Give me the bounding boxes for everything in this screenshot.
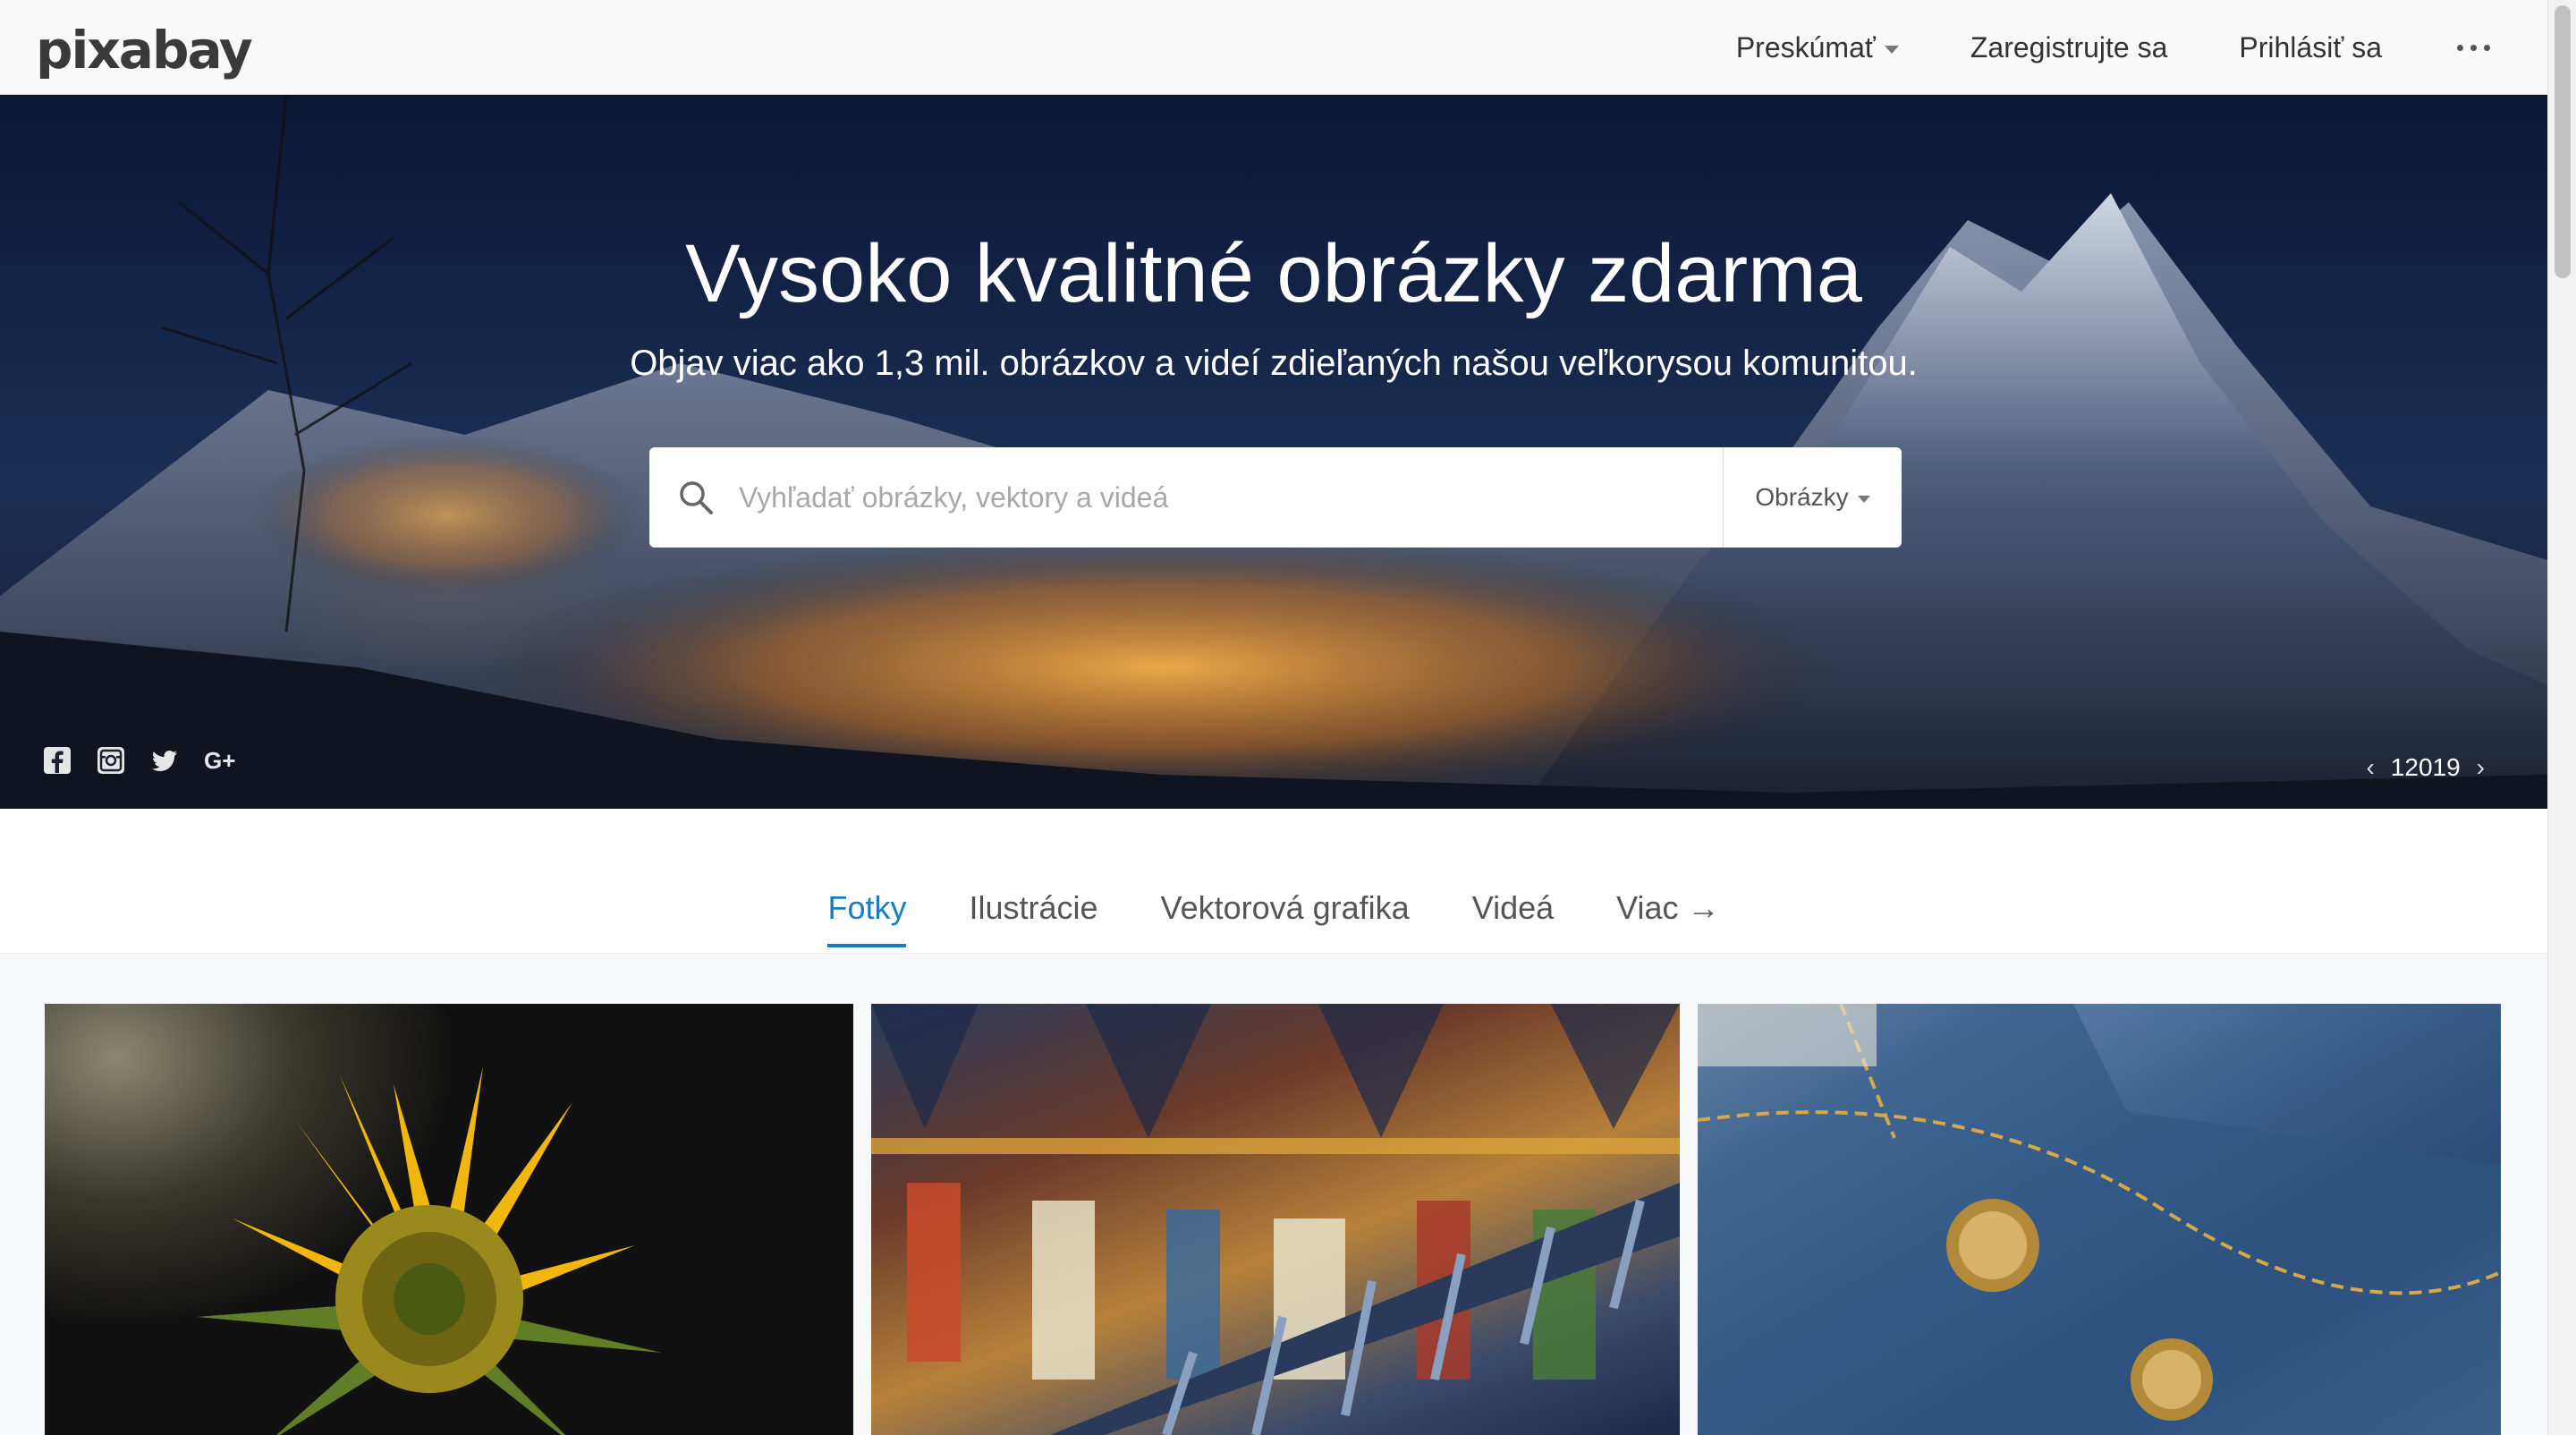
tab-vector-graphics[interactable]: Vektorová grafika (1161, 889, 1410, 947)
explore-menu[interactable]: Preskúmať (1736, 31, 1899, 64)
next-image-button[interactable]: › (2477, 753, 2485, 782)
image-gallery (45, 1004, 2504, 1435)
tab-more[interactable]: Viac → (1616, 889, 1719, 947)
media-tabs: Fotky Ilustrácie Vektorová grafika Videá… (0, 889, 2547, 947)
cathedral-painting-image (871, 1004, 1680, 1435)
image-counter: 12019 (2390, 753, 2461, 781)
page-scrollbar[interactable] (2547, 0, 2576, 1435)
twitter-icon[interactable] (150, 746, 179, 775)
instagram-icon[interactable] (97, 746, 125, 775)
sunflower-image (197, 1066, 662, 1435)
more-options-icon[interactable] (2453, 44, 2494, 51)
denim-jeans-image (1698, 1004, 2501, 1435)
search-type-dropdown[interactable]: Obrázky (1723, 447, 1902, 548)
previous-image-button[interactable]: ‹ (2366, 753, 2374, 782)
search-icon[interactable] (678, 480, 714, 515)
search-type-label: Obrázky (1755, 483, 1849, 511)
gallery-image-denim-jeans[interactable] (1698, 1004, 2501, 1435)
scrollbar-thumb[interactable] (2555, 5, 2571, 278)
social-links: G+ (43, 746, 268, 775)
top-navbar: pixabay Preskúmať Zaregistrujte sa Prihl… (0, 0, 2547, 95)
chevron-down-icon (1884, 45, 1899, 54)
media-tabs-bar: Fotky Ilustrácie Vektorová grafika Videá… (0, 809, 2547, 954)
gallery-image-cathedral-painting[interactable] (871, 1004, 1680, 1435)
image-pager: ‹ 12019 › (2350, 753, 2501, 782)
hero-banner: Vysoko kvalitné obrázky zdarma Objav via… (0, 95, 2547, 809)
explore-label: Preskúmať (1735, 30, 1876, 64)
main-nav: Preskúmať Zaregistrujte sa Prihlásiť sa (1665, 0, 2494, 95)
svg-text:G+: G+ (204, 747, 235, 774)
tab-illustrations[interactable]: Ilustrácie (969, 889, 1097, 947)
facebook-icon[interactable] (43, 746, 72, 775)
hero-subtitle: Objav viac ako 1,3 mil. obrázkov a videí… (630, 344, 1918, 383)
register-link[interactable]: Zaregistrujte sa (1970, 31, 2168, 64)
pixabay-logo[interactable]: pixabay (36, 20, 253, 81)
google-plus-icon[interactable]: G+ (204, 746, 243, 775)
hero-title: Vysoko kvalitné obrázky zdarma (685, 228, 1862, 319)
chevron-down-icon (1857, 495, 1870, 503)
tab-photos[interactable]: Fotky (827, 889, 907, 947)
login-link[interactable]: Prihlásiť sa (2239, 31, 2382, 64)
search-input[interactable] (739, 447, 1723, 548)
gallery-image-sunflower[interactable] (45, 1004, 853, 1435)
search-bar: Obrázky (649, 447, 1902, 548)
tab-videos[interactable]: Videá (1472, 889, 1554, 947)
